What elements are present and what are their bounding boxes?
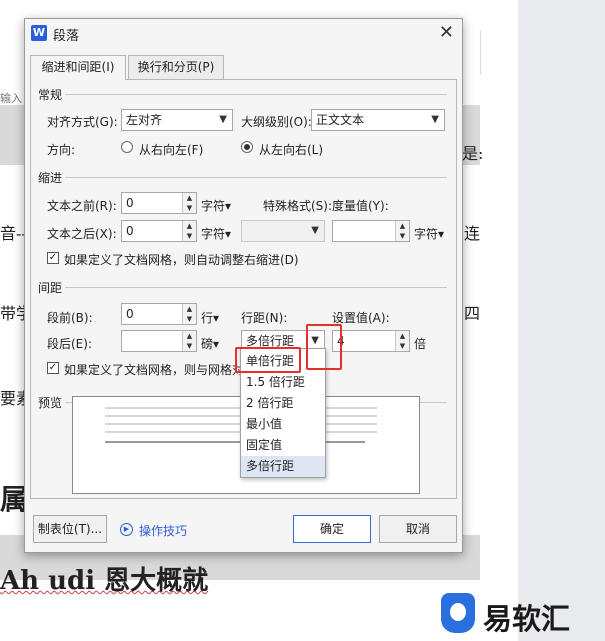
alignment-select[interactable]: 左对齐 ▼ — [121, 109, 233, 131]
spacing-before-input[interactable]: 0 ▲ ▼ — [121, 303, 197, 325]
dialog-titlebar[interactable]: W 段落 ✕ — [25, 19, 462, 47]
tab-line-page-break[interactable]: 换行和分页(P) — [128, 55, 224, 79]
wps-writer-icon: W — [31, 25, 47, 41]
indent-after-label: 文本之后(X): — [47, 227, 117, 241]
spacing-after-input[interactable]: ▲ ▼ — [121, 330, 197, 352]
section-divider — [65, 94, 447, 95]
cancel-button[interactable]: 取消 — [379, 515, 457, 543]
line-spacing-value: 多倍行距 — [246, 334, 295, 348]
doc-text-fragment: 四 — [464, 304, 481, 323]
line-spacing-option-1-5[interactable]: 1.5 倍行距 — [241, 372, 325, 393]
spin-buttons[interactable]: ▲ ▼ — [182, 304, 196, 324]
rtl-radio[interactable] — [121, 141, 133, 153]
doc-input-hint: 输入 — [0, 92, 22, 105]
measure-input[interactable]: ▲ ▼ — [332, 220, 410, 242]
section-spacing-label: 间距 — [38, 281, 63, 295]
spin-down-icon[interactable]: ▼ — [396, 231, 409, 241]
section-general-label: 常规 — [38, 88, 63, 102]
doc-bottom-text: Ah udi 恩大概就 — [0, 566, 209, 596]
dialog-title: 段落 — [53, 29, 80, 44]
outline-level-select[interactable]: 正文文本 ▼ — [311, 109, 445, 131]
line-spacing-label: 行距(N): — [241, 311, 288, 325]
spin-up-icon[interactable]: ▲ — [183, 304, 196, 314]
indent-before-value: 0 — [126, 196, 134, 210]
dropdown-arrow-icon: ▼ — [431, 114, 439, 125]
section-divider — [65, 287, 447, 288]
measure-unit[interactable]: 字符▾ — [414, 225, 444, 242]
section-preview-label: 预览 — [38, 396, 63, 410]
line-spacing-option-multiple[interactable]: 多倍行距 — [241, 456, 325, 477]
grid-align-checkbox[interactable]: ✓ — [47, 362, 59, 374]
spacing-after-unit[interactable]: 磅▾ — [201, 335, 219, 352]
section-indent-label: 缩进 — [38, 171, 63, 185]
play-icon[interactable]: ▶ — [120, 523, 133, 536]
preview-sample-line — [105, 441, 365, 443]
setting-value-input[interactable]: 4 ▲ ▼ — [332, 330, 410, 352]
document-page-edge — [480, 30, 518, 75]
spin-down-icon[interactable]: ▼ — [183, 231, 196, 241]
ok-button[interactable]: 确定 — [293, 515, 371, 543]
ltr-label[interactable]: 从左向右(L) — [259, 141, 323, 158]
direction-label: 方向: — [47, 143, 76, 157]
tips-link[interactable]: 操作技巧 — [139, 522, 187, 539]
spin-buttons[interactable]: ▲ ▼ — [395, 221, 409, 241]
spin-down-icon[interactable]: ▼ — [396, 341, 409, 351]
spin-buttons[interactable]: ▲ ▼ — [182, 331, 196, 351]
spacing-after-label: 段后(E): — [47, 337, 92, 351]
spin-up-icon[interactable]: ▲ — [396, 221, 409, 231]
doc-text-fragment: 音-- — [0, 224, 27, 243]
spin-up-icon[interactable]: ▲ — [396, 331, 409, 341]
spacing-before-label: 段前(B): — [47, 311, 93, 325]
auto-adjust-label[interactable]: 如果定义了文档网格，则自动调整右缩进(D) — [64, 251, 299, 268]
tab-stops-button[interactable]: 制表位(T)... — [33, 515, 107, 543]
dropdown-arrow-icon: ▼ — [219, 114, 227, 125]
watermark-logo-icon — [441, 593, 475, 633]
spin-down-icon[interactable]: ▼ — [183, 341, 196, 351]
highlight-box-single-spacing — [235, 347, 301, 373]
watermark-text: 易软汇 — [483, 602, 571, 636]
alignment-value: 左对齐 — [126, 113, 163, 127]
spacing-before-unit[interactable]: 行▾ — [201, 309, 219, 326]
indent-before-label: 文本之前(R): — [47, 199, 117, 213]
outline-level-label: 大纲级别(O): — [241, 115, 312, 129]
dropdown-arrow-icon: ▼ — [311, 225, 319, 236]
spin-down-icon[interactable]: ▼ — [183, 314, 196, 324]
highlight-box-dropdown-arrow — [306, 324, 342, 370]
spin-buttons[interactable]: ▲ ▼ — [182, 221, 196, 241]
indent-before-input[interactable]: 0 ▲ ▼ — [121, 192, 197, 214]
spin-buttons[interactable]: ▲ ▼ — [182, 193, 196, 213]
line-spacing-option-fixed[interactable]: 固定值 — [241, 435, 325, 456]
line-spacing-option-double[interactable]: 2 倍行距 — [241, 393, 325, 414]
indent-after-value: 0 — [126, 224, 134, 238]
spin-buttons[interactable]: ▲ ▼ — [395, 331, 409, 351]
spin-up-icon[interactable]: ▲ — [183, 331, 196, 341]
setting-value-unit: 倍 — [414, 337, 427, 351]
indent-after-input[interactable]: 0 ▲ ▼ — [121, 220, 197, 242]
auto-adjust-checkbox[interactable]: ✓ — [47, 252, 59, 264]
special-format-select[interactable]: ▼ — [241, 220, 325, 242]
outline-level-value: 正文文本 — [316, 113, 365, 127]
ltr-radio[interactable] — [241, 141, 253, 153]
spin-down-icon[interactable]: ▼ — [183, 203, 196, 213]
line-spacing-option-minimum[interactable]: 最小值 — [241, 414, 325, 435]
tab-indent-spacing[interactable]: 缩进和间距(I) — [30, 55, 126, 80]
doc-text-fragment: 是: — [462, 144, 484, 163]
section-divider — [65, 177, 447, 178]
spin-up-icon[interactable]: ▲ — [183, 221, 196, 231]
close-icon[interactable]: ✕ — [439, 22, 454, 43]
doc-text-fragment: 连 — [464, 224, 481, 243]
alignment-label: 对齐方式(G): — [47, 115, 118, 129]
indent-after-unit[interactable]: 字符▾ — [201, 225, 231, 242]
special-format-label: 特殊格式(S): — [263, 199, 333, 213]
rtl-label[interactable]: 从右向左(F) — [139, 141, 203, 158]
spacing-before-value: 0 — [126, 307, 134, 321]
indent-before-unit[interactable]: 字符▾ — [201, 197, 231, 214]
measure-label: 度量值(Y): — [332, 199, 389, 213]
spin-up-icon[interactable]: ▲ — [183, 193, 196, 203]
